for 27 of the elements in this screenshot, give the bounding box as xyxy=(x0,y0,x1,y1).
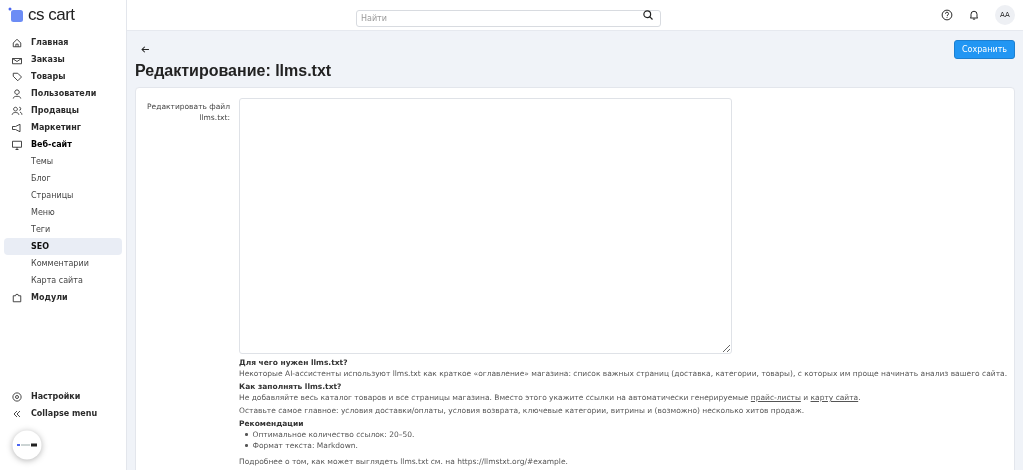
logo-icon xyxy=(8,7,24,23)
search-field[interactable]: Найти xyxy=(356,10,661,27)
sidebar-subitem[interactable]: Страницы xyxy=(4,187,122,204)
sidebar-subitem[interactable]: Карта сайта xyxy=(4,272,122,289)
sidebar-subitem[interactable]: Комментарии xyxy=(4,255,122,272)
sidebar-subitem[interactable]: Темы xyxy=(4,153,122,170)
help-icon[interactable] xyxy=(941,9,953,21)
sidebar-item[interactable]: Маркетинг xyxy=(4,119,122,136)
logo-text: cs cart xyxy=(28,5,75,25)
sidebar-item[interactable]: Главная xyxy=(4,34,122,51)
settings-icon xyxy=(11,390,23,403)
sidebar-item[interactable]: Товары xyxy=(4,68,122,85)
search-icon[interactable] xyxy=(642,8,654,21)
sidebar-subitem[interactable]: Меню xyxy=(4,204,122,221)
sidebar-item[interactable]: Модули xyxy=(4,289,122,306)
sidebar-item[interactable]: Collapse menu xyxy=(4,405,122,422)
sidebar-subitem[interactable]: Теги xyxy=(4,221,122,238)
sidebar-item[interactable]: Пользователи xyxy=(4,85,122,102)
sidebar-subitem[interactable]: SEO xyxy=(4,238,122,255)
sidebar-item[interactable]: Настройки xyxy=(4,388,122,405)
sidebar-item[interactable]: Продавцы xyxy=(4,102,122,119)
sidebar-item[interactable]: Веб-сайт xyxy=(4,136,122,153)
bell-icon[interactable] xyxy=(968,9,980,21)
page-title: Редактирование: llms.txt xyxy=(135,62,333,80)
sidebar-item[interactable]: Заказы xyxy=(4,51,122,68)
sidebar-subitem[interactable]: Блог xyxy=(4,170,122,187)
back-arrow-icon[interactable] xyxy=(140,44,151,55)
